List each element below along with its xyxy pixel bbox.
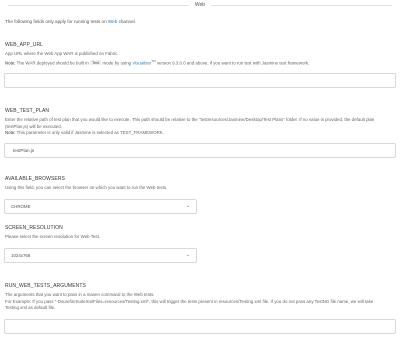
field-title: WEB_APP_URL	[5, 42, 44, 48]
brand-link[interactable]: Visualizer	[132, 60, 151, 65]
chevron-down-icon: ⌄	[185, 202, 190, 209]
browser-select[interactable]: CHROME ⌄	[4, 198, 197, 214]
field-title: WEB_TEST_PLAN	[5, 108, 50, 114]
web-test-plan-input[interactable]: testPlan.js	[4, 142, 396, 158]
field-note: Note: The WAR deployed should be built i…	[5, 58, 396, 67]
code-chip: Test	[89, 59, 102, 65]
selected-value: 1024x768	[11, 252, 31, 258]
web-channel-link[interactable]: Web	[108, 19, 117, 24]
note-text: The WAR deployed should be built in	[15, 59, 90, 65]
selected-value: CHROME	[11, 203, 31, 209]
section-title: Web	[188, 0, 212, 10]
intro-text: The following fields only apply for runn…	[5, 19, 396, 25]
intro-suffix: channel.	[117, 19, 136, 24]
field-description: Enter the relative path of test plan tha…	[5, 117, 375, 129]
note-label: Note:	[5, 130, 16, 135]
run-web-tests-arguments-input[interactable]	[4, 318, 396, 334]
web-test-plan-field: WEB_TEST_PLAN Enter the relative path of…	[4, 108, 396, 158]
field-description: Using this field, you can select the bro…	[5, 185, 168, 190]
screen-resolution-field: SCREEN_RESOLUTION Please select the scre…	[4, 225, 396, 263]
field-title: RUN_WEB_TESTS_ARGUMENTS	[5, 283, 86, 289]
intro-prefix: The following fields only apply for runn…	[5, 19, 108, 24]
web-app-url-input[interactable]	[4, 73, 396, 89]
section-header: Web	[4, 0, 396, 10]
note-label: Note:	[5, 59, 16, 65]
web-app-url-field: WEB_APP_URL App URL where the Web App WA…	[4, 42, 396, 89]
run-web-tests-arguments-field: RUN_WEB_TESTS_ARGUMENTS The arguments th…	[4, 283, 396, 334]
field-title: AVAILABLE_BROWSERS	[5, 176, 65, 182]
chevron-down-icon: ⌄	[185, 251, 190, 258]
field-description: Please select the screen resolution for …	[5, 234, 101, 239]
available-browsers-field: AVAILABLE_BROWSERS Using this field, you…	[4, 176, 396, 214]
field-example: For Example: If you pass "-DsurefireSuit…	[5, 298, 374, 311]
note-text: version 9.3.0.0 and above, if you want t…	[155, 59, 310, 65]
field-note: Note: This parameter is only valid if Ja…	[5, 130, 396, 137]
note-text: mode by using	[101, 59, 133, 65]
resolution-select[interactable]: 1024x768 ⌄	[4, 247, 197, 263]
note-text: This parameter is only valid if Jasmine …	[15, 130, 164, 135]
field-title: SCREEN_RESOLUTION	[5, 225, 63, 231]
web-settings-page: Web The following fields only apply for …	[0, 0, 400, 350]
